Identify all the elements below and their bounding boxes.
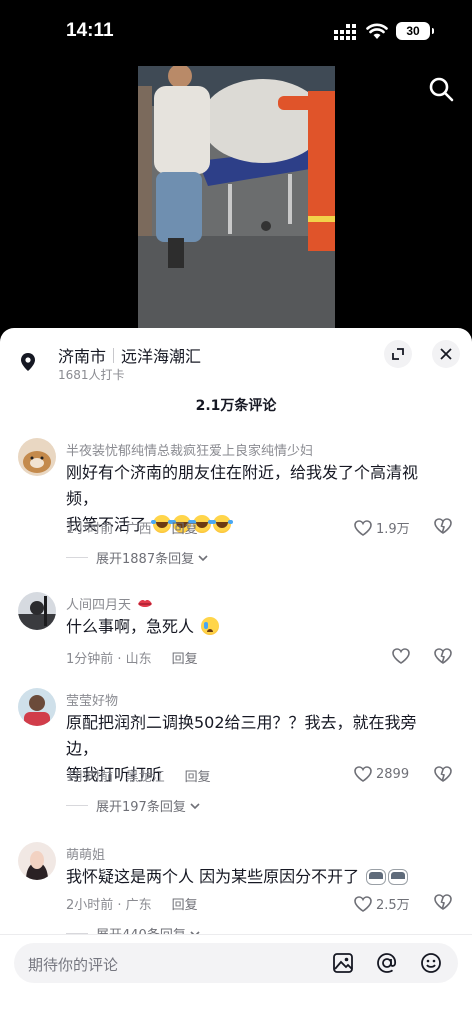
comment-username[interactable]: 半夜装忧郁纯情总裁疯狂爱上良家纯情少妇 [66, 440, 313, 459]
comment-text-line: 原配把润剂二调换502给三用？？我去，就在我旁边， [66, 713, 417, 758]
laugh-cry-emoji-icon [211, 515, 232, 533]
like-button[interactable]: 2.5万 [354, 894, 410, 913]
like-button[interactable] [392, 648, 410, 664]
location-title[interactable]: 济南市 远洋海潮汇 [58, 343, 201, 367]
expand-replies-label: 展开197条回复 [96, 800, 186, 815]
reply-button[interactable]: 回复 [172, 518, 198, 537]
heart-outline-icon [354, 895, 372, 912]
like-button[interactable]: 1.9万 [354, 518, 410, 537]
location-pin-icon [21, 353, 35, 371]
expand-replies-button[interactable]: 展开197条回复 [66, 796, 201, 815]
image-icon[interactable] [332, 952, 354, 974]
comment-username-text: 人间四月天 [66, 598, 132, 613]
comment-username[interactable]: 人间四月天 [66, 594, 153, 613]
comment-meta: 1小时前 · 广西 回复 [66, 518, 198, 537]
emoji-icon[interactable] [420, 952, 442, 974]
chevron-down-icon [190, 802, 200, 809]
expand-replies-button[interactable]: 展开1887条回复 [66, 548, 209, 567]
minimize-button[interactable] [384, 340, 412, 368]
like-count: 1.9万 [376, 522, 410, 537]
comment-item: 半夜装忧郁纯情总裁疯狂爱上良家纯情少妇 刚好有个济南的朋友住在附近，给我发了个高… [0, 438, 472, 568]
expand-replies-label: 展开1887条回复 [96, 552, 195, 567]
comment-text-line: 刚好有个济南的朋友住在附近，给我发了个高清视频， [66, 463, 419, 508]
chevron-down-icon [198, 554, 208, 561]
location-place: 远洋海潮汇 [121, 347, 202, 366]
avatar[interactable] [18, 438, 56, 476]
comment-meta: 2小时前 · 广东 回复 [66, 894, 198, 913]
video-frame [138, 66, 335, 328]
search-icon[interactable] [428, 76, 454, 102]
broken-heart-icon[interactable] [434, 648, 452, 664]
comment-time-location: 1小时前 · 广西 [66, 522, 152, 537]
husky-emoji-icon [388, 869, 409, 885]
broken-heart-icon[interactable] [434, 518, 452, 534]
avatar[interactable] [18, 842, 56, 880]
comment-input[interactable]: 期待你的评论 [14, 943, 458, 983]
comment-text-line: 我怀疑这是两个人 因为某些原因分不开了 [66, 867, 360, 886]
comment-meta: 1分钟前 · 山东 回复 [66, 648, 198, 667]
heart-outline-icon [354, 519, 372, 536]
comment-input-placeholder: 期待你的评论 [28, 956, 119, 974]
reply-button[interactable]: 回复 [185, 766, 211, 785]
minimize-icon [392, 348, 404, 360]
heart-outline-icon [354, 766, 372, 782]
location-divider [113, 347, 115, 363]
location-city: 济南市 [58, 347, 107, 366]
comment-item: 莹莹好物 原配把润剂二调换502给三用？？我去，就在我旁边， 等我打听打听 1小… [0, 688, 472, 818]
like-button[interactable]: 2899 [354, 766, 409, 782]
signal-icon [334, 24, 356, 40]
reply-button[interactable]: 回复 [172, 894, 198, 913]
husky-emoji-icon [366, 869, 387, 885]
comment-input-bar: 期待你的评论 [0, 934, 472, 1024]
comment-item: 萌萌姐 我怀疑这是两个人 因为某些原因分不开了 2小时前 · 广东 回复 2.5… [0, 842, 472, 943]
at-icon[interactable] [376, 952, 398, 974]
heart-outline-icon [392, 648, 410, 664]
broken-heart-icon[interactable] [434, 894, 452, 910]
comment-item: 人间四月天 什么事啊，急死人 1分钟前 · 山东 回复 [0, 592, 472, 672]
comment-username[interactable]: 莹莹好物 [66, 690, 118, 709]
comment-count-title: 2.1万条评论 [195, 398, 277, 414]
close-button[interactable] [432, 340, 460, 368]
comment-text-line: 什么事啊，急死人 [66, 617, 195, 636]
expand-divider [66, 557, 88, 558]
crying-emoji-icon [201, 617, 220, 635]
comment-time-location: 1小时前 · 黑龙江 [66, 770, 165, 785]
like-count: 2899 [376, 766, 410, 782]
wifi-icon [366, 23, 388, 39]
comments-sheet: 济南市 远洋海潮汇 1681人打卡 2.1万条评论 半夜装忧郁纯情总裁疯狂爱上良… [0, 328, 472, 1024]
comment-text: 什么事啊，急死人 [66, 614, 446, 640]
avatar[interactable] [18, 592, 56, 630]
video-player[interactable] [138, 66, 335, 328]
comment-meta: 1小时前 · 黑龙江 回复 [66, 766, 211, 785]
comment-text: 我怀疑这是两个人 因为某些原因分不开了 [66, 864, 446, 890]
status-bar: 14:11 30 [0, 0, 472, 64]
like-count: 2.5万 [376, 898, 410, 913]
avatar[interactable] [18, 688, 56, 726]
battery-indicator: 30 [396, 22, 434, 40]
expand-divider [66, 805, 88, 806]
close-icon [440, 348, 452, 360]
status-time: 14:11 [66, 20, 114, 41]
location-checkins: 1681人打卡 [58, 368, 125, 382]
broken-heart-icon[interactable] [434, 766, 452, 782]
comment-time-location: 1分钟前 · 山东 [66, 652, 152, 667]
lips-icon [138, 600, 153, 607]
reply-button[interactable]: 回复 [172, 648, 198, 667]
comment-username[interactable]: 萌萌姐 [66, 844, 105, 863]
comment-time-location: 2小时前 · 广东 [66, 898, 152, 913]
